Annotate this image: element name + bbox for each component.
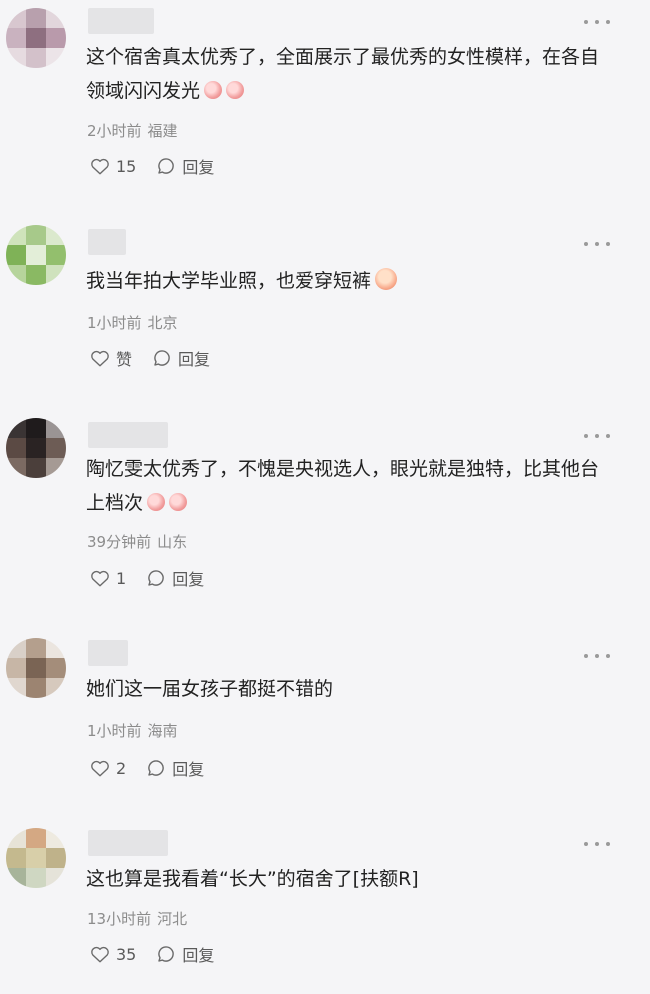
more-dots-icon[interactable]: [584, 242, 610, 246]
username-blurred[interactable]: [88, 8, 154, 34]
like-count: 2: [116, 758, 127, 778]
comment-time: 2小时前: [87, 122, 142, 140]
reply-label: 回复: [172, 570, 205, 589]
speech-bubble-icon: [158, 158, 175, 174]
comment-list: 这个宿舍真太优秀了，全面展示了最优秀的女性模样，在各自领域闪闪发光 2小时前 福建…: [0, 0, 650, 994]
like-button[interactable]: 2: [90, 759, 126, 778]
comment-text: 这也算是我看着“长大”的宿舍了[扶额R]: [86, 868, 419, 890]
like-button[interactable]: 35: [90, 945, 136, 964]
speech-bubble-icon: [148, 760, 165, 776]
comment-meta: 39分钟前 山东: [87, 531, 187, 552]
comment-actions: 15 回复: [90, 154, 234, 178]
avatar[interactable]: [6, 638, 66, 698]
comment-location: 海南: [147, 722, 178, 740]
username-blurred[interactable]: [88, 229, 126, 255]
reply-button[interactable]: 回复: [152, 346, 210, 370]
username-blurred[interactable]: [88, 422, 168, 448]
username-blurred[interactable]: [88, 640, 128, 666]
avatar[interactable]: [6, 418, 66, 478]
like-button[interactable]: 15: [90, 157, 136, 176]
more-dots-icon[interactable]: [584, 434, 610, 438]
comment-location: 山东: [157, 533, 188, 551]
avatar[interactable]: [6, 828, 66, 888]
speech-bubble-icon: [148, 570, 165, 586]
reply-label: 回复: [178, 350, 211, 369]
thumbs-up-emoji: [226, 81, 245, 99]
like-button[interactable]: 1: [90, 569, 126, 588]
reply-label: 回复: [182, 158, 215, 177]
comment-meta: 2小时前 福建: [87, 120, 178, 141]
more-dots-icon[interactable]: [584, 654, 610, 658]
comment-text: 我当年拍大学毕业照，也爱穿短裤: [86, 264, 606, 298]
thumbs-up-emoji: [204, 81, 223, 99]
heart-outline-icon: [91, 760, 109, 777]
username-blurred[interactable]: [88, 830, 168, 856]
comment-text: 她们这一届女孩子都挺不错的: [86, 678, 334, 700]
like-count: 15: [116, 156, 137, 176]
comment-actions: 赞 回复: [90, 346, 230, 370]
reply-button[interactable]: 回复: [146, 756, 204, 780]
comment-time: 1小时前: [87, 722, 142, 740]
heart-outline-icon: [91, 570, 109, 587]
thumbs-up-emoji: [169, 493, 188, 511]
blush-face-emoji: [375, 268, 398, 290]
comment-time: 13小时前: [87, 910, 152, 928]
comment-text: 这个宿舍真太优秀了，全面展示了最优秀的女性模样，在各自领域闪闪发光: [86, 46, 600, 102]
heart-outline-icon: [91, 158, 109, 175]
like-count: 1: [116, 568, 127, 588]
like-count: 35: [116, 944, 137, 964]
comment-meta: 1小时前 北京: [87, 312, 178, 333]
more-dots-icon[interactable]: [584, 842, 610, 846]
speech-bubble-icon: [158, 946, 175, 962]
like-count: 赞: [116, 350, 133, 369]
like-button[interactable]: 赞: [90, 346, 132, 370]
comment-location: 北京: [147, 314, 178, 332]
comment-time: 39分钟前: [87, 533, 152, 551]
thumbs-up-emoji: [147, 493, 166, 511]
reply-button[interactable]: 回复: [146, 566, 204, 590]
comment-location: 河北: [157, 910, 188, 928]
reply-label: 回复: [182, 946, 215, 965]
reply-label: 回复: [172, 760, 205, 779]
speech-bubble-icon: [154, 350, 170, 366]
heart-outline-icon: [91, 946, 109, 963]
avatar[interactable]: [6, 8, 66, 68]
avatar[interactable]: [6, 225, 66, 285]
more-dots-icon[interactable]: [584, 20, 610, 24]
reply-button[interactable]: 回复: [156, 942, 214, 966]
comment-actions: 1 回复: [90, 566, 224, 590]
comment-location: 福建: [147, 122, 178, 140]
comment-actions: 2 回复: [90, 756, 224, 780]
reply-button[interactable]: 回复: [156, 154, 214, 178]
comment-meta: 1小时前 海南: [87, 720, 178, 741]
comment-time: 1小时前: [87, 314, 142, 332]
heart-outline-icon: [91, 350, 109, 367]
comment-actions: 35 回复: [90, 942, 234, 966]
comment-meta: 13小时前 河北: [87, 908, 187, 929]
comment-text: 陶忆雯太优秀了，不愧是央视选人，眼光就是独特，比其他台上档次: [86, 458, 600, 514]
